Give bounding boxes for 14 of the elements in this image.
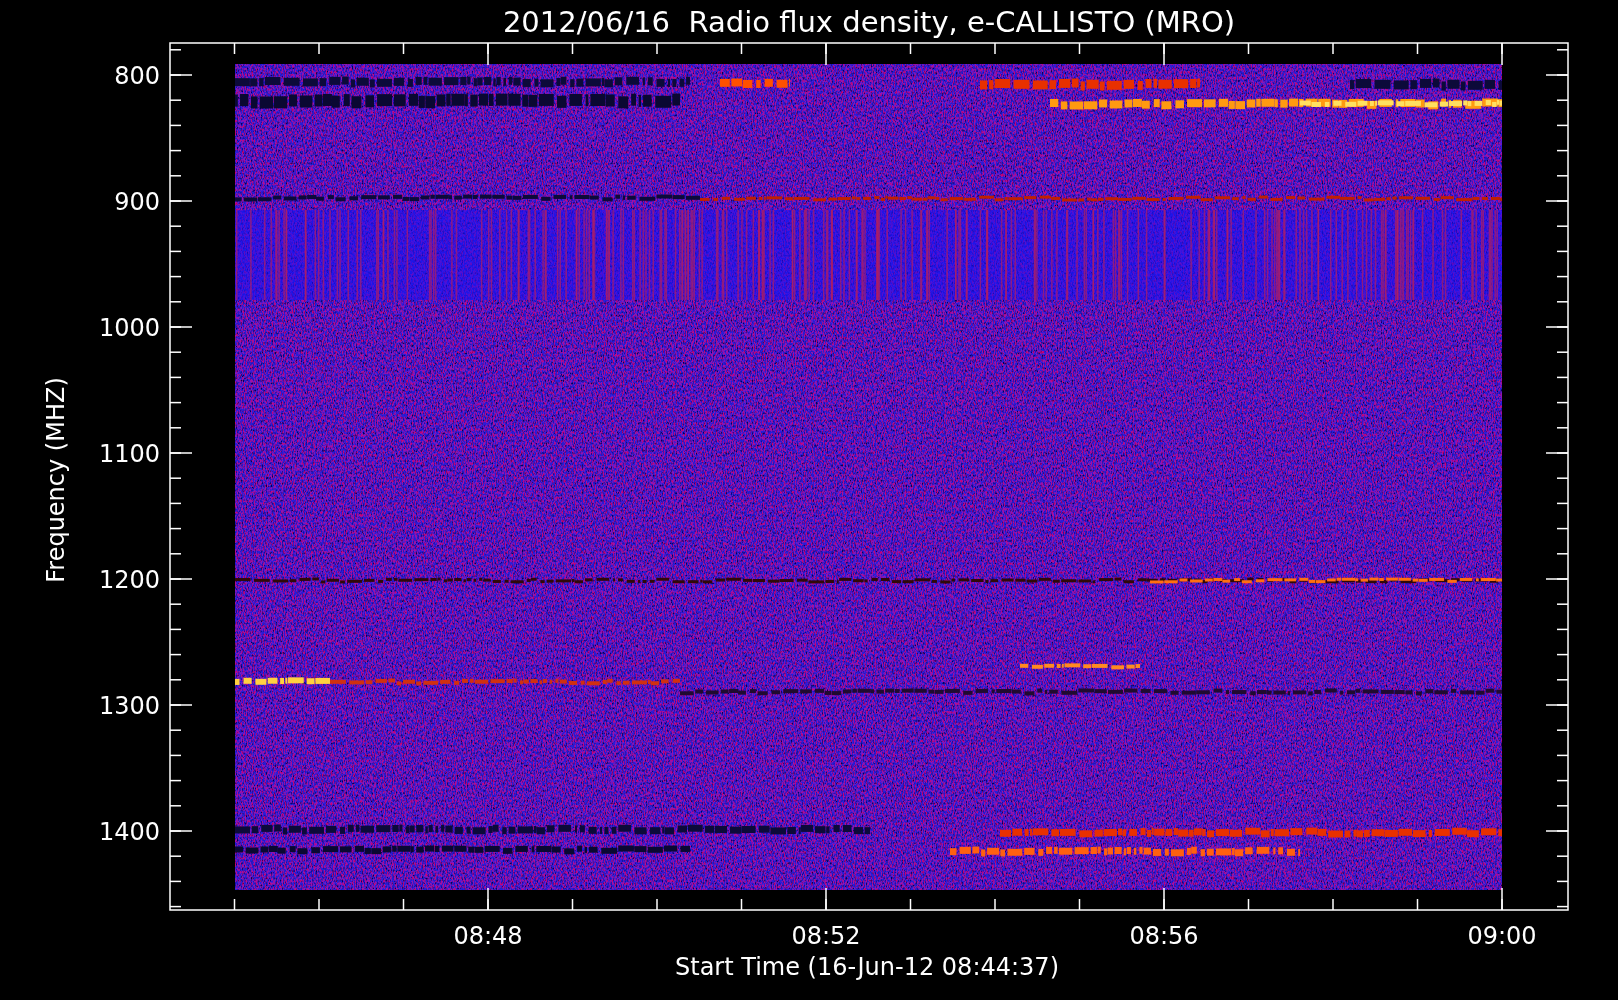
axis-tick-label: 1300 <box>98 692 160 720</box>
axis-tick-label: 800 <box>114 62 160 90</box>
axis-tick-label: 08:56 <box>1129 922 1199 950</box>
axis-tick-label: 1000 <box>98 314 160 342</box>
axis-tick-label: 1100 <box>98 440 160 468</box>
axis-tick-label: 08:52 <box>791 922 861 950</box>
chart-title: 2012/06/16 Radio flux density, e-CALLISTO (MRO) <box>502 5 1236 39</box>
axis-tick-label: 08:48 <box>453 922 523 950</box>
axis-tick-label: 1200 <box>98 566 160 594</box>
axis-title: Frequency (MHZ) <box>42 377 70 583</box>
axis-title: Start Time (16-Jun-12 08:44:37) <box>675 953 1059 981</box>
axis-tick-label: 1400 <box>98 818 160 846</box>
axis-tick-label: 900 <box>114 188 160 216</box>
axis-tick-label: 09:00 <box>1467 922 1537 950</box>
